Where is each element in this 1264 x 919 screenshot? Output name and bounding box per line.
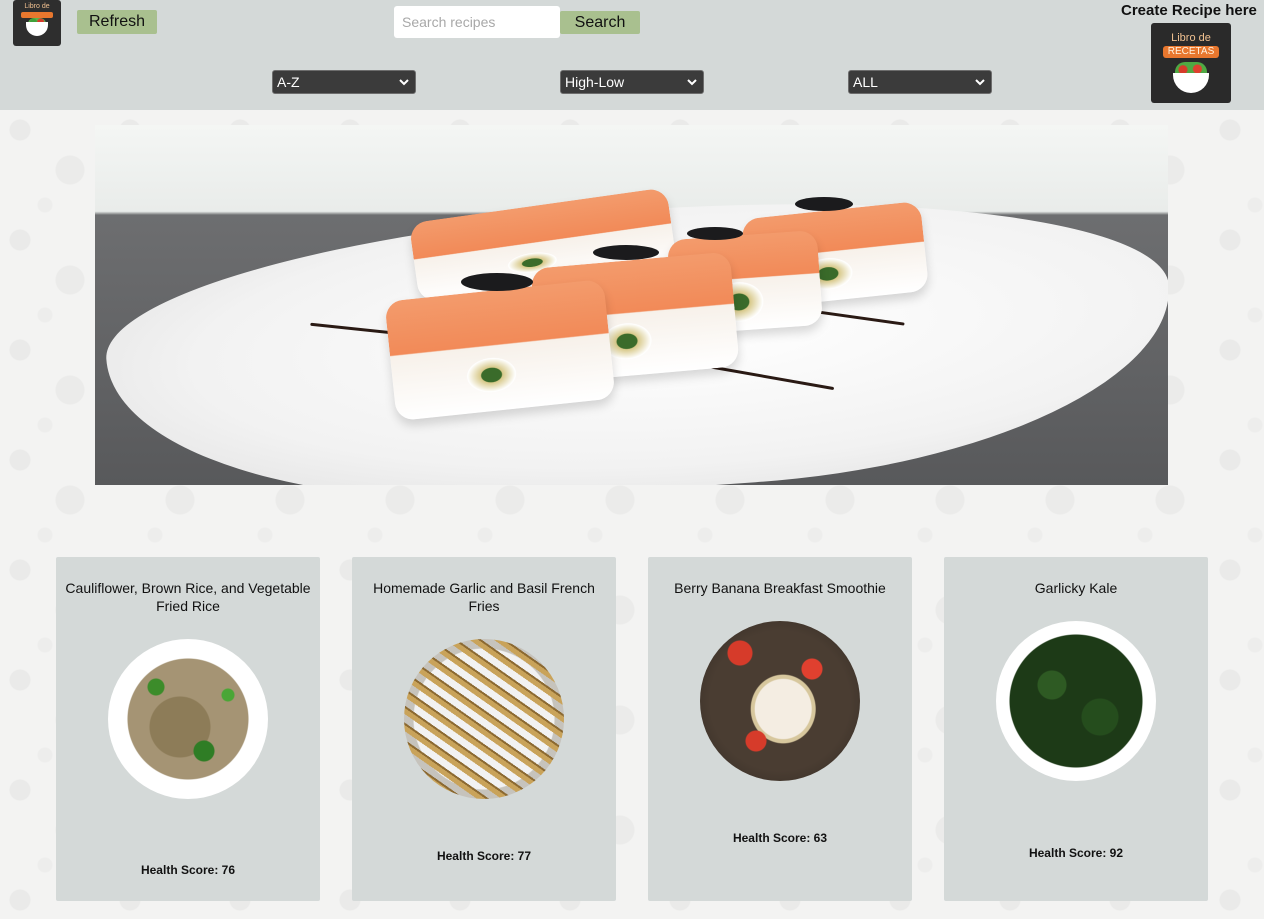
recipe-image — [108, 639, 268, 799]
refresh-button[interactable]: Refresh — [77, 10, 157, 34]
health-score: Health Score: 63 — [648, 831, 912, 845]
logo-text: Libro de — [24, 3, 50, 10]
recipe-title: Cauliflower, Brown Rice, and Vegetable F… — [65, 580, 311, 614]
recipe-title: Garlicky Kale — [1034, 580, 1118, 596]
health-score: Health Score: 92 — [944, 846, 1208, 860]
recipe-title: Homemade Garlic and Basil French Fries — [373, 580, 595, 614]
caviar-topping — [795, 197, 853, 211]
create-recipe-label: Create Recipe here — [1121, 2, 1257, 19]
chevron-down-icon — [399, 79, 409, 86]
health-score: Health Score: 77 — [352, 849, 616, 863]
health-score-label: Health Score: — [732, 831, 811, 845]
bowl-icon — [26, 22, 48, 36]
sushi-roll — [384, 278, 616, 422]
recipe-card[interactable]: Garlicky Kale Health Score: 92 — [944, 557, 1208, 901]
caviar-topping — [461, 273, 533, 291]
sort-alphabetical-value: A-Z — [277, 74, 300, 90]
recipe-image — [404, 639, 564, 799]
logo-band: RECETAS — [1163, 46, 1219, 58]
health-score-value: 92 — [1109, 846, 1124, 860]
caviar-topping — [687, 227, 743, 240]
recipe-card[interactable]: Cauliflower, Brown Rice, and Vegetable F… — [56, 557, 320, 901]
recipe-image — [700, 621, 860, 781]
recipe-image — [996, 621, 1156, 781]
chevron-down-icon — [975, 79, 985, 86]
caviar-topping — [593, 245, 659, 260]
health-score-value: 76 — [221, 863, 236, 877]
create-recipe-button[interactable]: Libro de RECETAS — [1151, 23, 1231, 103]
logo-text: Libro de — [1171, 32, 1211, 44]
sort-alphabetical-select[interactable]: A-Z — [272, 70, 416, 94]
health-score-value: 77 — [517, 849, 532, 863]
health-score-label: Health Score: — [436, 849, 515, 863]
search-button[interactable]: Search — [560, 11, 640, 34]
diet-filter-value: ALL — [853, 74, 878, 90]
home-logo[interactable]: Libro de — [13, 0, 61, 46]
health-score-value: 63 — [813, 831, 828, 845]
health-score: Health Score: 76 — [56, 863, 320, 877]
search-input[interactable] — [394, 6, 560, 38]
health-score-label: Health Score: — [1028, 846, 1107, 860]
chevron-down-icon — [687, 79, 697, 86]
recipe-card[interactable]: Homemade Garlic and Basil French Fries H… — [352, 557, 616, 901]
health-score-label: Health Score: — [140, 863, 219, 877]
top-bar: Libro de Refresh Search A-Z High-Low ALL… — [0, 0, 1264, 110]
diet-filter-select[interactable]: ALL — [848, 70, 992, 94]
sort-health-score-value: High-Low — [565, 74, 625, 90]
sort-health-score-select[interactable]: High-Low — [560, 70, 704, 94]
hero-banner-image — [95, 125, 1168, 485]
bowl-icon — [1173, 73, 1209, 93]
recipe-card[interactable]: Berry Banana Breakfast Smoothie Health S… — [648, 557, 912, 901]
recipe-title: Berry Banana Breakfast Smoothie — [674, 580, 886, 596]
